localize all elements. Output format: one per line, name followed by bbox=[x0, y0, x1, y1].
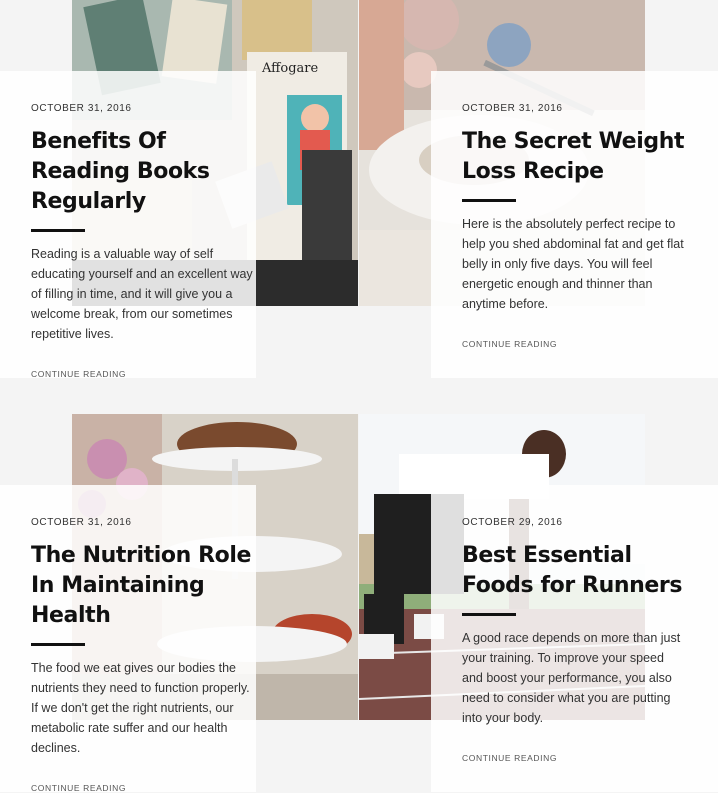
title-underline bbox=[462, 613, 516, 616]
post-card-body: OCTOBER 31, 2016 The Secret Weight Loss … bbox=[431, 71, 718, 378]
post-card: OCTOBER 29, 2016 Best Essential Foods fo… bbox=[359, 414, 718, 792]
post-excerpt: Reading is a valuable way of self educat… bbox=[31, 247, 253, 341]
post-title[interactable]: Best Essential Foods for Runners bbox=[462, 541, 702, 601]
post-card: Affogare OCTOBER 31, 2016 Benefits Of Re… bbox=[0, 0, 359, 379]
post-card-body: OCTOBER 31, 2016 The Nutrition Role In M… bbox=[0, 485, 256, 793]
post-date: OCTOBER 31, 2016 bbox=[31, 103, 132, 114]
svg-text:Affogare: Affogare bbox=[261, 61, 319, 76]
continue-reading-link[interactable]: CONTINUE READING bbox=[462, 753, 718, 763]
continue-reading-link[interactable]: CONTINUE READING bbox=[31, 369, 256, 379]
post-title[interactable]: The Nutrition Role In Maintaining Health bbox=[31, 541, 271, 631]
post-card: OCTOBER 31, 2016 The Nutrition Role In M… bbox=[0, 414, 359, 793]
title-underline bbox=[462, 199, 516, 202]
post-excerpt: The food we eat gives our bodies the nut… bbox=[31, 661, 250, 755]
post-date: OCTOBER 29, 2016 bbox=[462, 517, 563, 528]
post-date: OCTOBER 31, 2016 bbox=[31, 517, 132, 528]
post-title[interactable]: Benefits Of Reading Books Regularly bbox=[31, 127, 271, 217]
continue-reading-link[interactable]: CONTINUE READING bbox=[462, 339, 718, 349]
post-date: OCTOBER 31, 2016 bbox=[462, 103, 563, 114]
title-underline bbox=[31, 229, 85, 232]
post-excerpt: Here is the absolutely perfect recipe to… bbox=[462, 217, 684, 311]
post-excerpt: A good race depends on more than just yo… bbox=[462, 631, 681, 725]
title-underline bbox=[31, 643, 85, 646]
post-card-body: OCTOBER 29, 2016 Best Essential Foods fo… bbox=[431, 485, 718, 792]
post-title[interactable]: The Secret Weight Loss Recipe bbox=[462, 127, 702, 187]
post-card: OCTOBER 31, 2016 The Secret Weight Loss … bbox=[359, 0, 718, 378]
post-card-body: OCTOBER 31, 2016 Benefits Of Reading Boo… bbox=[0, 71, 256, 379]
